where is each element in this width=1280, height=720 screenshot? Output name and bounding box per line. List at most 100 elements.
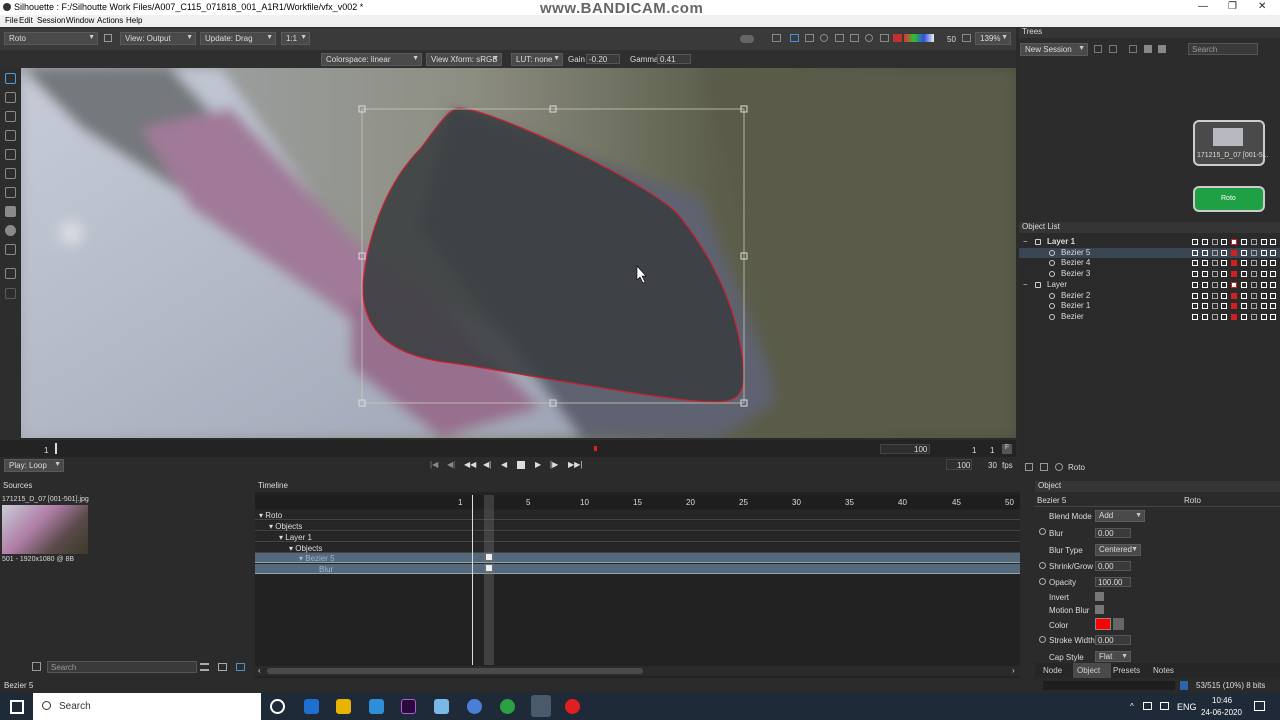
region-icon[interactable]	[835, 34, 844, 42]
object-flag-icon[interactable]	[1260, 271, 1267, 278]
keyframe[interactable]	[486, 554, 492, 560]
list-icon[interactable]	[218, 663, 227, 671]
tab-node[interactable]: Node	[1043, 666, 1062, 675]
scrub-playhead[interactable]	[55, 443, 57, 454]
search-icon[interactable]	[1055, 463, 1063, 471]
tree-tool-icon[interactable]	[1109, 45, 1117, 53]
object-flag-icon[interactable]	[1260, 281, 1267, 288]
pen-tool-icon[interactable]	[5, 111, 16, 122]
step-forward-icon[interactable]: |▶	[550, 460, 558, 469]
object-flag-icon[interactable]	[1192, 303, 1198, 310]
lock-icon[interactable]	[1040, 463, 1048, 471]
tree-tool-icon[interactable]	[1158, 45, 1166, 53]
add-icon[interactable]	[104, 34, 112, 42]
colorspace-select[interactable]: Colorspace: linear ▼	[321, 53, 422, 66]
object-flag-icon[interactable]	[1241, 281, 1247, 288]
object-flag-icon[interactable]	[1241, 313, 1247, 320]
play-forward-fast-icon[interactable]: ▶▶|	[568, 460, 582, 469]
object-flag-icon[interactable]	[1221, 271, 1228, 278]
bspline-tool-icon[interactable]	[5, 130, 16, 141]
magnetic-tool-icon[interactable]	[5, 168, 16, 179]
object-flag-icon[interactable]	[1201, 239, 1208, 245]
object-flag-icon[interactable]	[1211, 292, 1218, 299]
object-flag-icon[interactable]	[1221, 292, 1228, 299]
object-flag-icon[interactable]	[1221, 303, 1228, 310]
object-flag-icon[interactable]	[1221, 260, 1228, 267]
object-flag-icon[interactable]	[1231, 271, 1238, 278]
menu-session[interactable]: Session	[37, 16, 65, 25]
object-flag-icon[interactable]	[1192, 260, 1198, 267]
file-explorer-icon[interactable]	[336, 699, 351, 714]
premiere-icon[interactable]	[401, 699, 416, 714]
motion-blur-checkbox[interactable]	[1095, 605, 1104, 614]
brush-tool-icon[interactable]	[5, 187, 16, 198]
object-flag-icon[interactable]	[1260, 260, 1267, 267]
object-flag-icon[interactable]	[1241, 239, 1247, 245]
network-icon[interactable]	[1143, 702, 1152, 710]
object-flag-icon[interactable]	[1201, 271, 1208, 278]
view-select[interactable]: View: Output ▼	[120, 32, 196, 45]
keyframe[interactable]	[486, 565, 492, 571]
object-list-item[interactable]: Bezier 3	[1019, 269, 1280, 279]
object-flag-icon[interactable]	[1270, 303, 1277, 310]
object-flag-icon[interactable]	[1250, 292, 1257, 299]
lock-icon[interactable]	[962, 34, 971, 42]
object-flag-icon[interactable]	[1270, 313, 1277, 320]
object-flag-icon[interactable]	[1211, 260, 1218, 267]
clock-time[interactable]: 10:46	[1212, 696, 1232, 705]
node-select[interactable]: Roto ▼	[4, 32, 98, 45]
bandicam-icon[interactable]	[565, 699, 580, 714]
frame-icon[interactable]	[805, 34, 814, 42]
add-icon[interactable]	[1025, 463, 1033, 471]
end-frame-field[interactable]: 100	[880, 444, 930, 454]
object-flag-icon[interactable]	[1192, 239, 1198, 245]
object-flag-icon[interactable]	[1241, 271, 1247, 278]
menu-icon[interactable]	[200, 663, 209, 671]
track-layer-objects[interactable]: ▾ Objects	[255, 543, 1020, 553]
object-flag-icon[interactable]	[1260, 239, 1267, 245]
tracker-tool-icon[interactable]	[5, 268, 16, 279]
object-flag-icon[interactable]	[1201, 313, 1208, 320]
shrink-grow-field[interactable]: 0.00	[1095, 561, 1131, 571]
source-node[interactable]: 171215_D_07 [001-5...	[1193, 120, 1269, 166]
menu-actions[interactable]: Actions	[97, 16, 123, 25]
tree-tool-icon[interactable]	[1129, 45, 1137, 53]
object-flag-icon[interactable]	[1192, 271, 1198, 278]
red-channel-icon[interactable]	[893, 34, 902, 42]
f-button[interactable]: F	[1002, 444, 1012, 454]
track-roto[interactable]: ▾ Roto	[255, 510, 1020, 520]
overlay-icon[interactable]	[880, 34, 889, 42]
ellipse-tool-icon[interactable]	[5, 225, 16, 236]
object-flag-icon[interactable]	[1260, 303, 1267, 310]
object-flag-icon[interactable]	[1231, 249, 1238, 256]
viewer-canvas[interactable]	[21, 68, 1016, 438]
frame-scrub-bar[interactable]: 1 100 1 1 F	[0, 440, 1016, 457]
object-flag-icon[interactable]	[1221, 281, 1228, 288]
tab-notes[interactable]: Notes	[1153, 666, 1174, 675]
zoom-select[interactable]: 139% ▼	[975, 32, 1011, 45]
browser-icon[interactable]	[467, 699, 482, 714]
trees-search-input[interactable]: Search	[1188, 43, 1258, 55]
taskbar-search[interactable]: Search	[33, 693, 261, 720]
object-flag-icon[interactable]	[1250, 281, 1257, 288]
object-flag-icon[interactable]	[1270, 292, 1277, 299]
rectangle-tool-icon[interactable]	[5, 206, 16, 217]
object-flag-icon[interactable]	[1231, 281, 1238, 288]
object-flag-icon[interactable]	[1241, 303, 1247, 310]
roto-node[interactable]: Roto	[1193, 186, 1265, 212]
menu-edit[interactable]: Edit	[19, 16, 33, 25]
keyframe-toggle-icon[interactable]	[1039, 636, 1046, 643]
object-flag-icon[interactable]	[1270, 249, 1277, 256]
object-flag-icon[interactable]	[1211, 249, 1218, 256]
grid-icon[interactable]	[236, 663, 245, 671]
camera-icon[interactable]	[772, 34, 781, 42]
track-layer-1[interactable]: ▾ Layer 1	[255, 532, 1020, 542]
color-swatch[interactable]	[1095, 618, 1111, 630]
object-list-item[interactable]: Bezier	[1019, 312, 1280, 322]
goto-start-icon[interactable]: |◀	[430, 460, 438, 469]
object-flag-icon[interactable]	[1221, 313, 1228, 320]
object-flag-icon[interactable]	[1211, 303, 1218, 310]
chrome-icon[interactable]	[500, 699, 515, 714]
object-list-item[interactable]: Bezier 2	[1019, 291, 1280, 301]
clock-date[interactable]: 24-06-2020	[1201, 708, 1242, 717]
